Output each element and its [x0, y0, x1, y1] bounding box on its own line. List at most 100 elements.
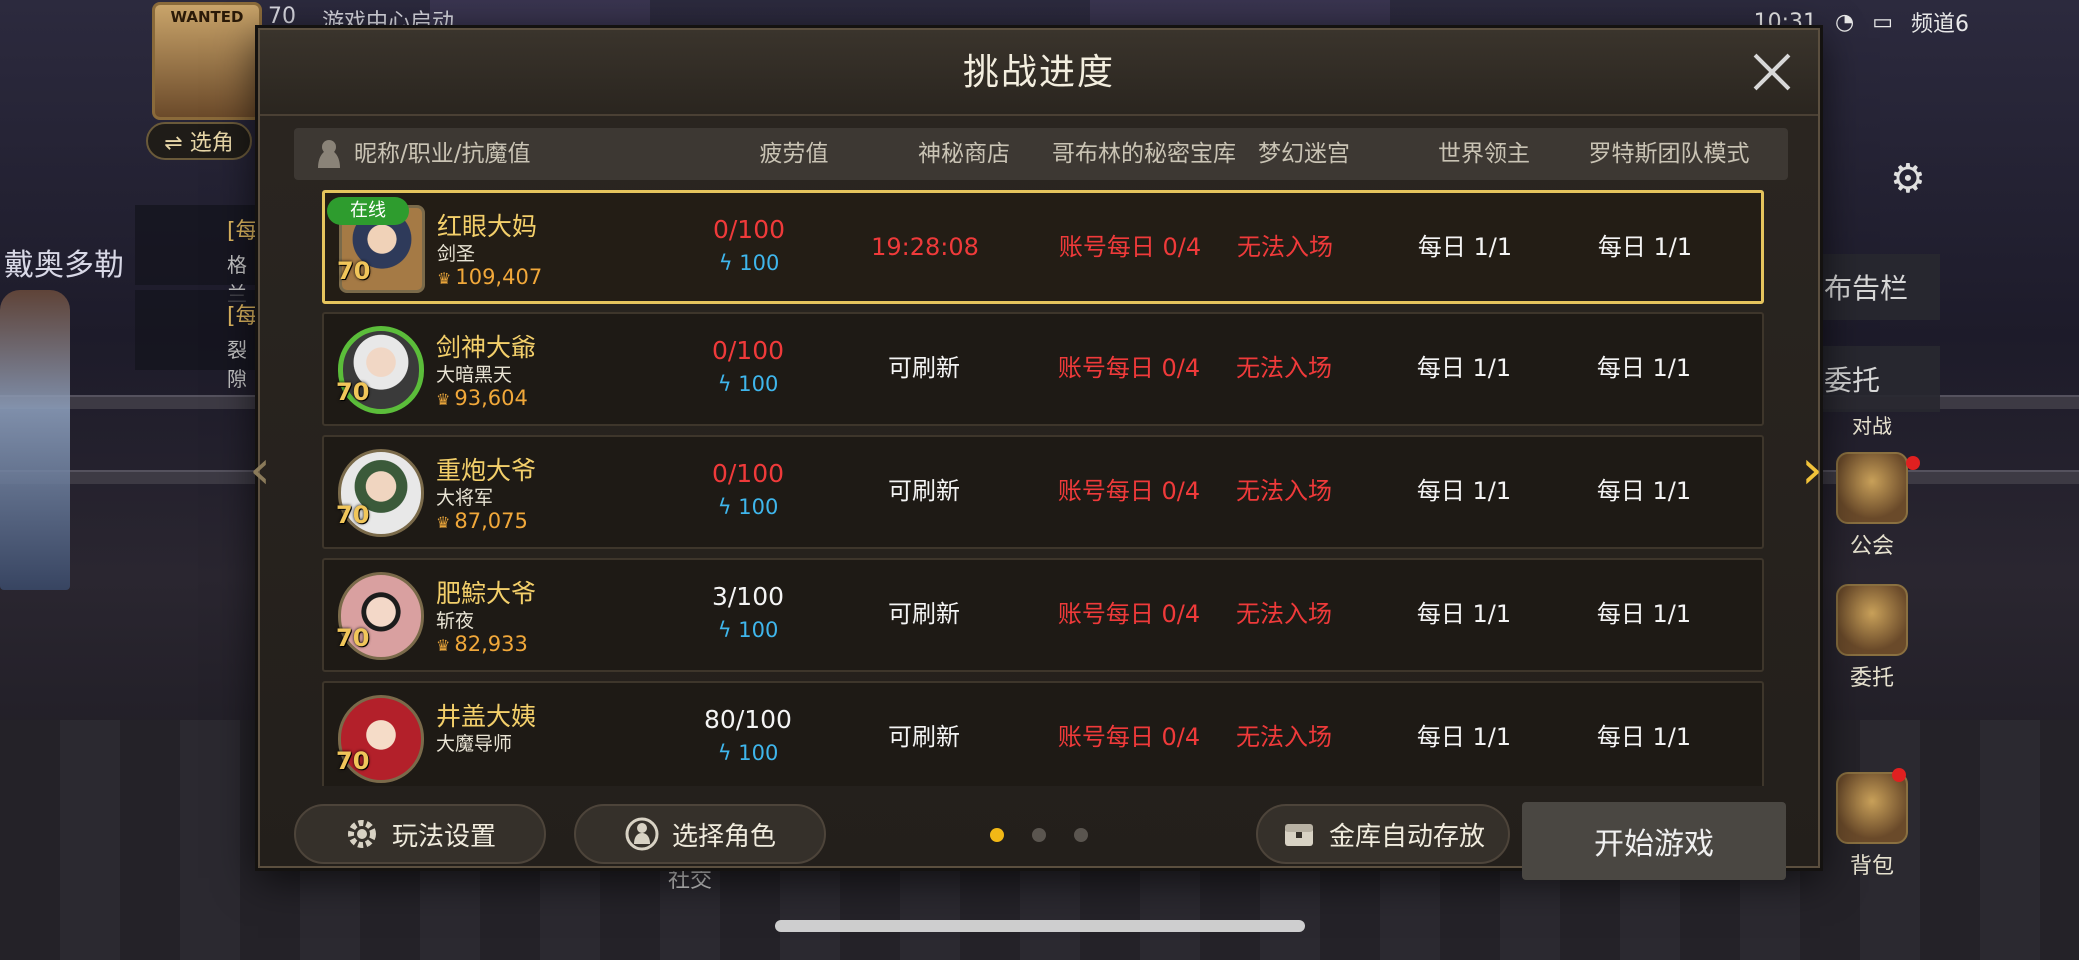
power-value: 82,933 — [454, 632, 528, 656]
power-value: 87,075 — [454, 509, 528, 533]
gear-icon — [347, 820, 376, 848]
energy-value: ϟ 100 — [664, 741, 832, 765]
rotes-status: 每日 1/1 — [1596, 354, 1692, 382]
character-silhouette-icon — [318, 140, 340, 168]
wifi-icon: ◔ — [1835, 9, 1855, 35]
commission-board-icon — [1836, 584, 1908, 656]
maze-status: 无法入场 — [1236, 354, 1332, 382]
player-portrait[interactable]: WANTED — [152, 2, 262, 120]
character-name: 红眼大妈 — [437, 212, 538, 241]
page-dot[interactable] — [1074, 828, 1088, 842]
table-row[interactable]: 在线 70 红眼大妈 剑圣 ♛ 109,407 0/100 ϟ 100 19:28… — [322, 190, 1764, 304]
character-job: 大暗黑天 — [436, 364, 513, 386]
auto-deposit-button[interactable]: 金库自动存放 — [1256, 804, 1510, 864]
energy-number: 100 — [738, 741, 779, 765]
world-boss-status: 每日 1/1 — [1416, 354, 1512, 382]
crown-icon: ♛ — [436, 513, 451, 532]
energy-number: 100 — [739, 251, 780, 275]
character-power: ♛ 87,075 — [436, 509, 528, 533]
energy-number: 100 — [738, 372, 779, 396]
close-button[interactable] — [1744, 44, 1800, 100]
energy-number: 100 — [738, 618, 779, 642]
col-shop: 神秘商店 — [918, 141, 1010, 167]
notice-board-label: 布告栏 — [1824, 272, 1909, 305]
lightning-icon: ϟ — [718, 251, 740, 275]
crown-icon: ♛ — [437, 269, 452, 288]
maze-status: 无法入场 — [1236, 723, 1332, 751]
character-list[interactable]: 在线 70 红眼大妈 剑圣 ♛ 109,407 0/100 ϟ 100 19:28… — [322, 190, 1764, 786]
energy-value: ϟ 100 — [665, 251, 833, 275]
start-game-button[interactable]: 开始游戏 — [1522, 802, 1786, 880]
duel-label: 对战 — [1852, 414, 1892, 438]
table-header: 昵称/职业/抗魔值 疲劳值 神秘商店 哥布林的秘密宝库 梦幻迷宫 世界领主 罗特… — [294, 128, 1788, 180]
character-level: 70 — [336, 747, 370, 775]
commission-tab[interactable]: 委托 — [1810, 346, 1940, 412]
table-row[interactable]: 70 剑神大爺 大暗黑天 ♛ 93,604 0/100 ϟ 100 可刷新 账号每… — [322, 312, 1764, 426]
guild-label: 公会 — [1849, 534, 1894, 559]
character-job: 剑圣 — [437, 243, 476, 265]
character-select-icon — [625, 817, 659, 851]
fatigue-value: 3/100 — [711, 582, 785, 611]
select-role-button[interactable]: 选择角色 — [574, 804, 826, 864]
guild-button[interactable]: 公会 — [1830, 452, 1914, 560]
shop-status: 可刷新 — [888, 354, 960, 382]
commission-board-label: 委托 — [1849, 666, 1894, 691]
character-level: 70 — [336, 624, 370, 652]
fatigue-value: 80/100 — [704, 705, 792, 734]
prev-arrow-icon[interactable]: ‹ — [240, 440, 280, 500]
maze-status: 无法入场 — [1236, 477, 1332, 505]
character-name: 剑神大爺 — [436, 333, 537, 362]
commission-board-button[interactable]: 委托 — [1830, 584, 1914, 692]
world-boss-status: 每日 1/1 — [1416, 477, 1512, 505]
page-indicator[interactable] — [990, 828, 1088, 842]
table-row[interactable]: 70 重炮大爷 大将军 ♛ 87,075 0/100 ϟ 100 可刷新 账号每日… — [322, 435, 1764, 549]
gameplay-settings-label: 玩法设置 — [391, 821, 496, 852]
guild-icon — [1836, 452, 1908, 524]
shop-status: 可刷新 — [888, 600, 960, 628]
shop-status: 19:28:08 — [871, 233, 979, 261]
character-job: 大魔导师 — [436, 733, 513, 755]
shop-status: 可刷新 — [888, 477, 960, 505]
switch-role-button[interactable]: ⇌ 选角 — [146, 122, 252, 160]
character-job: 斩夜 — [436, 610, 475, 632]
channel-label[interactable]: 频道6 — [1911, 6, 1969, 38]
next-arrow-icon[interactable]: › — [1792, 440, 1832, 500]
backpack-label: 背包 — [1849, 854, 1894, 879]
gear-icon[interactable]: ⚙ — [1890, 156, 1926, 202]
notice-board-tab[interactable]: 布告栏 — [1810, 254, 1940, 320]
fatigue-value: 0/100 — [712, 215, 786, 244]
character-name: 重炮大爷 — [436, 456, 537, 485]
power-value: 93,604 — [454, 386, 528, 410]
col-world-boss: 世界领主 — [1438, 141, 1530, 167]
maze-status: 无法入场 — [1237, 233, 1333, 261]
task-item[interactable]: [每 格兰 — [135, 205, 265, 306]
character-power: ♛ 82,933 — [436, 632, 528, 656]
world-boss-status: 每日 1/1 — [1417, 233, 1513, 261]
npc-name: 戴奥多勒 — [4, 248, 124, 283]
home-indicator[interactable] — [775, 920, 1305, 932]
maze-status: 无法入场 — [1236, 600, 1332, 628]
character-level: 70 — [337, 257, 371, 285]
dialog-footer: 玩法设置 选择角色 金库自动存放 开始游戏 — [260, 792, 1818, 880]
gameplay-settings-button[interactable]: 玩法设置 — [294, 804, 546, 864]
vault-chest-icon — [1284, 824, 1313, 846]
commission-label: 委托 — [1824, 364, 1881, 397]
rotes-status: 每日 1/1 — [1596, 723, 1692, 751]
table-row[interactable]: 70 井盖大姨 大魔导师 80/100 ϟ 100 可刷新 账号每日 0/4 无… — [322, 681, 1764, 786]
task-item[interactable]: [每 裂隙 — [135, 290, 265, 391]
energy-value: ϟ 100 — [664, 372, 832, 396]
page-dot[interactable] — [990, 828, 1004, 842]
col-name: 昵称/职业/抗魔值 — [354, 141, 531, 167]
table-row[interactable]: 70 肥鯮大爷 斩夜 ♛ 82,933 3/100 ϟ 100 可刷新 账号每日 … — [322, 558, 1764, 672]
lightning-icon: ϟ — [717, 618, 739, 642]
shop-status: 可刷新 — [888, 723, 960, 751]
backpack-icon — [1836, 772, 1908, 844]
character-job: 大将军 — [436, 487, 494, 509]
backpack-button[interactable]: 背包 — [1830, 772, 1914, 880]
col-fatigue: 疲劳值 — [759, 141, 829, 167]
col-maze: 梦幻迷宫 — [1258, 141, 1350, 167]
page-dot[interactable] — [1032, 828, 1046, 842]
col-rotes: 罗特斯团队模式 — [1588, 141, 1750, 167]
lightning-icon: ϟ — [717, 741, 739, 765]
npc-character — [0, 290, 70, 590]
